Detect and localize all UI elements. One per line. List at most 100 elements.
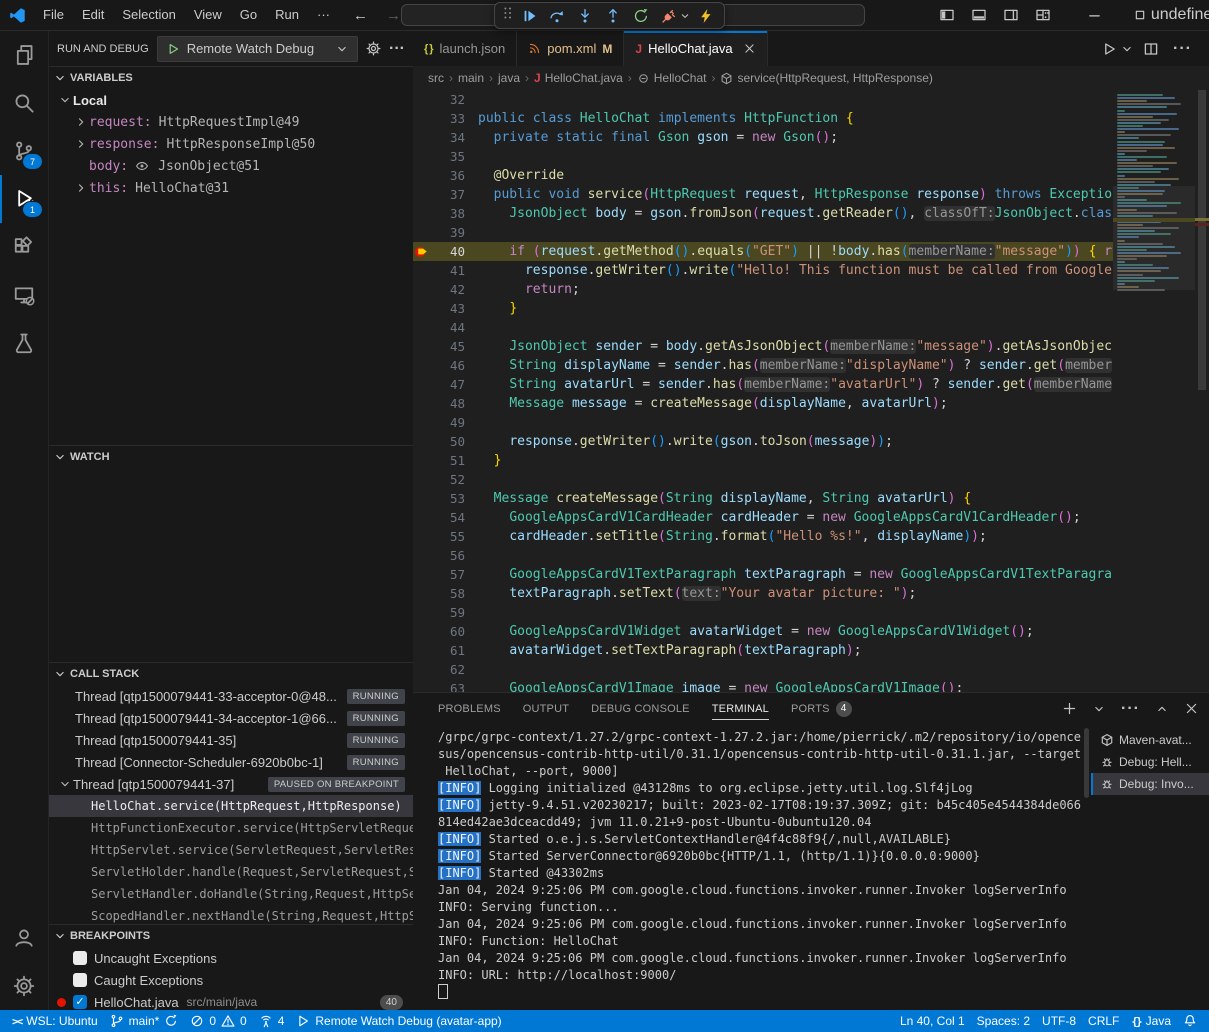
step-over-button[interactable] xyxy=(543,5,570,27)
breakpoint-margin[interactable] xyxy=(413,660,433,679)
breakpoint-margin[interactable] xyxy=(413,641,433,660)
breakpoint-margin[interactable] xyxy=(413,413,433,432)
status-forwarded-ports[interactable]: 4 xyxy=(253,1010,291,1032)
breakpoint-row[interactable]: Uncaught Exceptions xyxy=(49,947,413,969)
terminal-list-item[interactable]: Debug: Hell... xyxy=(1091,751,1209,773)
code-line[interactable]: 48 Message message = createMessage(displ… xyxy=(413,394,1113,413)
layout-sidebar-right[interactable] xyxy=(1003,7,1019,23)
run-java-button[interactable] xyxy=(1101,41,1117,57)
breakpoint-checkbox[interactable] xyxy=(73,973,87,987)
code-line[interactable]: 40 if (request.getMethod().equals("GET")… xyxy=(413,242,1113,261)
panel-tab-terminal[interactable]: TERMINAL xyxy=(712,693,769,724)
terminal-list-item[interactable]: Maven-avat... xyxy=(1091,729,1209,751)
panel-tab-problems[interactable]: PROBLEMS xyxy=(438,693,501,724)
restart-button[interactable] xyxy=(627,5,654,27)
continue-button[interactable] xyxy=(515,5,542,27)
sidebar-item-settings[interactable] xyxy=(0,962,48,1010)
terminal-output[interactable]: /grpc/grpc-context/1.27.2/grpc-context-1… xyxy=(413,724,1081,1010)
panel-tab-debug-console[interactable]: DEBUG CONSOLE xyxy=(591,693,690,724)
breakpoint-margin[interactable] xyxy=(413,432,433,451)
variable-row[interactable]: request:HttpRequestImpl@49 xyxy=(49,111,413,133)
breakpoint-margin[interactable] xyxy=(413,318,433,337)
code-line[interactable]: 54 GoogleAppsCardV1CardHeader cardHeader… xyxy=(413,508,1113,527)
code-line[interactable]: 57 GoogleAppsCardV1TextParagraph textPar… xyxy=(413,565,1113,584)
layout-sidebar-left[interactable] xyxy=(939,7,955,23)
step-out-button[interactable] xyxy=(599,5,626,27)
breakpoint-margin[interactable] xyxy=(413,470,433,489)
status-problems[interactable]: 00 xyxy=(184,1010,252,1032)
breakpoint-margin[interactable] xyxy=(413,584,433,603)
breakpoint-margin[interactable] xyxy=(413,394,433,413)
sidebar-item-explorer[interactable] xyxy=(0,31,48,79)
variable-row[interactable]: response:HttpResponseImpl@50 xyxy=(49,133,413,155)
breakpoint-margin[interactable] xyxy=(413,109,433,128)
eye-icon[interactable] xyxy=(135,159,149,173)
section-header-variables[interactable]: VARIABLES xyxy=(49,67,413,89)
breadcrumb-item[interactable]: JHelloChat.java xyxy=(534,71,623,85)
call-stack-thread[interactable]: Thread [Connector-Scheduler-6920b0bc-1]R… xyxy=(49,751,413,773)
breakpoint-margin[interactable] xyxy=(413,565,433,584)
code-line[interactable]: 37 public void service(HttpRequest reque… xyxy=(413,185,1113,204)
sidebar-item-extensions[interactable] xyxy=(0,223,48,271)
sidebar-item-source-control[interactable]: 7 xyxy=(0,127,48,175)
tab-hellochat-java[interactable]: JHelloChat.java xyxy=(624,31,767,66)
breakpoint-margin[interactable] xyxy=(413,489,433,508)
code-line[interactable]: 51 } xyxy=(413,451,1113,470)
breakpoint-margin[interactable] xyxy=(413,242,433,261)
status-indentation[interactable]: Spaces: 2 xyxy=(971,1010,1036,1032)
code-line[interactable]: 44 xyxy=(413,318,1113,337)
breakpoint-margin[interactable] xyxy=(413,261,433,280)
breakpoint-margin[interactable] xyxy=(413,299,433,318)
minimap-slider[interactable] xyxy=(1113,186,1195,290)
code-editor[interactable]: 3233public class HelloChat implements Ht… xyxy=(413,90,1209,692)
variables-scope[interactable]: Local xyxy=(49,89,413,111)
menu-go[interactable]: Go xyxy=(231,0,266,30)
hot-code-replace-button[interactable] xyxy=(692,5,719,27)
panel-tab-ports[interactable]: PORTS4 xyxy=(791,693,852,724)
breakpoint-margin[interactable] xyxy=(413,546,433,565)
code-line[interactable]: 39 xyxy=(413,223,1113,242)
breakpoint-margin[interactable] xyxy=(413,204,433,223)
code-line[interactable]: 38 JsonObject body = gson.fromJson(reque… xyxy=(413,204,1113,223)
stack-frame[interactable]: HttpServlet.service(ServletRequest,Servl… xyxy=(49,839,413,861)
breakpoint-margin[interactable] xyxy=(413,128,433,147)
breakpoint-margin[interactable] xyxy=(413,679,433,692)
breakpoint-margin[interactable] xyxy=(413,185,433,204)
disconnect-dropdown[interactable] xyxy=(679,9,691,23)
code-line[interactable]: 35 xyxy=(413,147,1113,166)
call-stack-thread[interactable]: Thread [qtp1500079441-34-acceptor-1@66..… xyxy=(49,707,413,729)
step-into-button[interactable] xyxy=(571,5,598,27)
code-line[interactable]: 58 textParagraph.setText(text:"Your avat… xyxy=(413,584,1113,603)
variable-row[interactable]: body:JsonObject@51 xyxy=(49,155,413,177)
code-line[interactable]: 56 xyxy=(413,546,1113,565)
terminal-scrollbar[interactable] xyxy=(1081,724,1091,1010)
code-line[interactable]: 34 private static final Gson gson = new … xyxy=(413,128,1113,147)
sidebar-more-icon[interactable]: ··· xyxy=(389,40,405,58)
breakpoint-margin[interactable] xyxy=(413,147,433,166)
code-lines[interactable]: 3233public class HelloChat implements Ht… xyxy=(413,90,1113,692)
split-editor-button[interactable] xyxy=(1143,41,1159,57)
sidebar-item-accounts[interactable] xyxy=(0,914,48,962)
breakpoint-margin[interactable] xyxy=(413,603,433,622)
run-java-button-dropdown[interactable] xyxy=(1120,42,1134,56)
status-remote-indicator[interactable]: ><WSL: Ubuntu xyxy=(6,1010,104,1032)
code-line[interactable]: 52 xyxy=(413,470,1113,489)
code-line[interactable]: 42 return; xyxy=(413,280,1113,299)
scrollbar-thumb[interactable] xyxy=(1198,90,1206,390)
status-eol[interactable]: CRLF xyxy=(1082,1010,1125,1032)
code-line[interactable]: 43 } xyxy=(413,299,1113,318)
status-encoding[interactable]: UTF-8 xyxy=(1036,1010,1082,1032)
stack-frame[interactable]: ServletHolder.handle(Request,ServletRequ… xyxy=(49,861,413,883)
breakpoint-margin[interactable] xyxy=(413,622,433,641)
breakpoint-margin[interactable] xyxy=(413,375,433,394)
breakpoint-margin[interactable] xyxy=(413,451,433,470)
menu-selection[interactable]: Selection xyxy=(113,0,184,30)
breakpoint-margin[interactable] xyxy=(413,527,433,546)
variable-row[interactable]: this:HelloChat@31 xyxy=(49,177,413,199)
menu-edit[interactable]: Edit xyxy=(73,0,113,30)
code-line[interactable]: 45 JsonObject sender = body.getAsJsonObj… xyxy=(413,337,1113,356)
code-line[interactable]: 50 response.getWriter().write(gson.toJso… xyxy=(413,432,1113,451)
debug-settings-gear-icon[interactable] xyxy=(366,41,381,56)
section-header-breakpoints[interactable]: BREAKPOINTS xyxy=(49,925,413,947)
editor-scrollbar[interactable] xyxy=(1195,90,1209,692)
